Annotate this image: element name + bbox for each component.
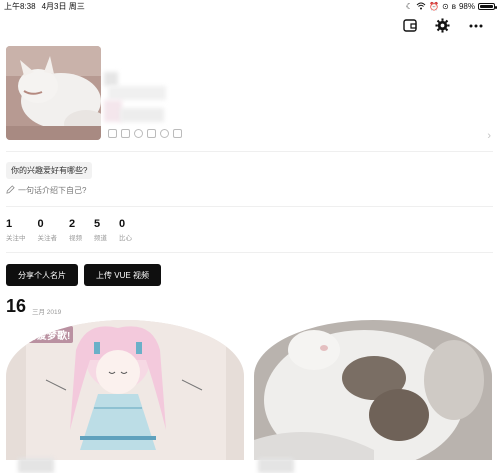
gear-icon[interactable] bbox=[435, 18, 450, 33]
interests-prompt[interactable]: 你的兴趣爱好有哪些? bbox=[6, 162, 93, 179]
stat-value: 0 bbox=[119, 218, 126, 230]
stat-followers[interactable]: 0 关注者 bbox=[38, 218, 58, 242]
stat-label: 比心 bbox=[119, 235, 132, 242]
battery-icon bbox=[478, 3, 497, 10]
stat-value: 5 bbox=[94, 218, 101, 230]
upload-video-button[interactable]: 上传 VUE 视频 bbox=[84, 264, 161, 286]
chevron-right-icon[interactable]: › bbox=[487, 130, 491, 142]
stat-label: 视频 bbox=[69, 235, 82, 242]
stat-value: 0 bbox=[37, 218, 44, 230]
avatar[interactable] bbox=[6, 46, 101, 140]
image-icon[interactable] bbox=[121, 129, 130, 138]
status-time: 上午8:38 bbox=[4, 2, 36, 11]
stat-value: 1 bbox=[6, 218, 13, 230]
stat-value: 2 bbox=[69, 218, 76, 230]
thumbnail-caption: 可爱梦歌! bbox=[24, 326, 74, 343]
video-thumbnail[interactable] bbox=[254, 320, 492, 460]
video-thumbnail[interactable]: 可爱梦歌! bbox=[6, 320, 244, 460]
intro-prompt-label: 一句话介绍下自己? bbox=[18, 186, 87, 195]
battery-level bbox=[480, 5, 493, 8]
wallet-icon[interactable] bbox=[402, 18, 417, 33]
handle-blurred bbox=[108, 86, 166, 100]
alarm-icon: ⏰ bbox=[429, 2, 440, 11]
stat-videos[interactable]: 2 视频 bbox=[69, 218, 82, 242]
status-date: 4月3日 周三 bbox=[41, 2, 85, 11]
share-card-button[interactable]: 分享个人名片 bbox=[6, 264, 78, 286]
camera-icon[interactable] bbox=[108, 129, 117, 138]
footer-blurred bbox=[18, 458, 54, 473]
footer-blurred bbox=[258, 458, 294, 473]
battery-percent: 98% bbox=[458, 2, 475, 11]
divider bbox=[6, 206, 493, 207]
social-links bbox=[108, 129, 182, 138]
divider bbox=[6, 252, 493, 253]
stat-label: 关注中 bbox=[6, 235, 26, 242]
stat-label: 频道 bbox=[94, 235, 107, 242]
username-blurred bbox=[104, 72, 118, 86]
stat-following[interactable]: 1 关注中 bbox=[6, 218, 26, 242]
meta-blurred bbox=[120, 108, 164, 122]
status-bar: 上午8:38 4月3日 周三 ☾ ⏰ ⊙ ʙ 98% bbox=[0, 0, 499, 13]
stat-hearts[interactable]: 0 比心 bbox=[119, 218, 132, 242]
more-icon[interactable] bbox=[468, 18, 483, 33]
lock-rotation-icon: ⊙ bbox=[442, 2, 449, 11]
moon-icon: ☾ bbox=[405, 2, 414, 11]
stat-channels[interactable]: 5 频道 bbox=[94, 218, 107, 242]
video-icon[interactable] bbox=[173, 129, 182, 138]
intro-prompt[interactable]: 一句话介绍下自己? bbox=[6, 185, 86, 196]
toolbar bbox=[402, 18, 483, 33]
divider bbox=[6, 151, 493, 152]
message-icon[interactable] bbox=[160, 129, 169, 138]
globe-icon[interactable] bbox=[134, 129, 143, 138]
bluetooth-icon: ʙ bbox=[451, 2, 456, 11]
stats-row: 1 关注中 0 关注者 2 视频 5 频道 0 比心 bbox=[6, 218, 132, 242]
stat-label: 关注者 bbox=[37, 235, 58, 242]
pencil-icon bbox=[6, 185, 15, 196]
date-month: 三月 2019 bbox=[32, 309, 62, 316]
date-day: 16 bbox=[6, 296, 27, 316]
share-icon[interactable] bbox=[147, 129, 156, 138]
wifi-icon bbox=[416, 2, 426, 12]
